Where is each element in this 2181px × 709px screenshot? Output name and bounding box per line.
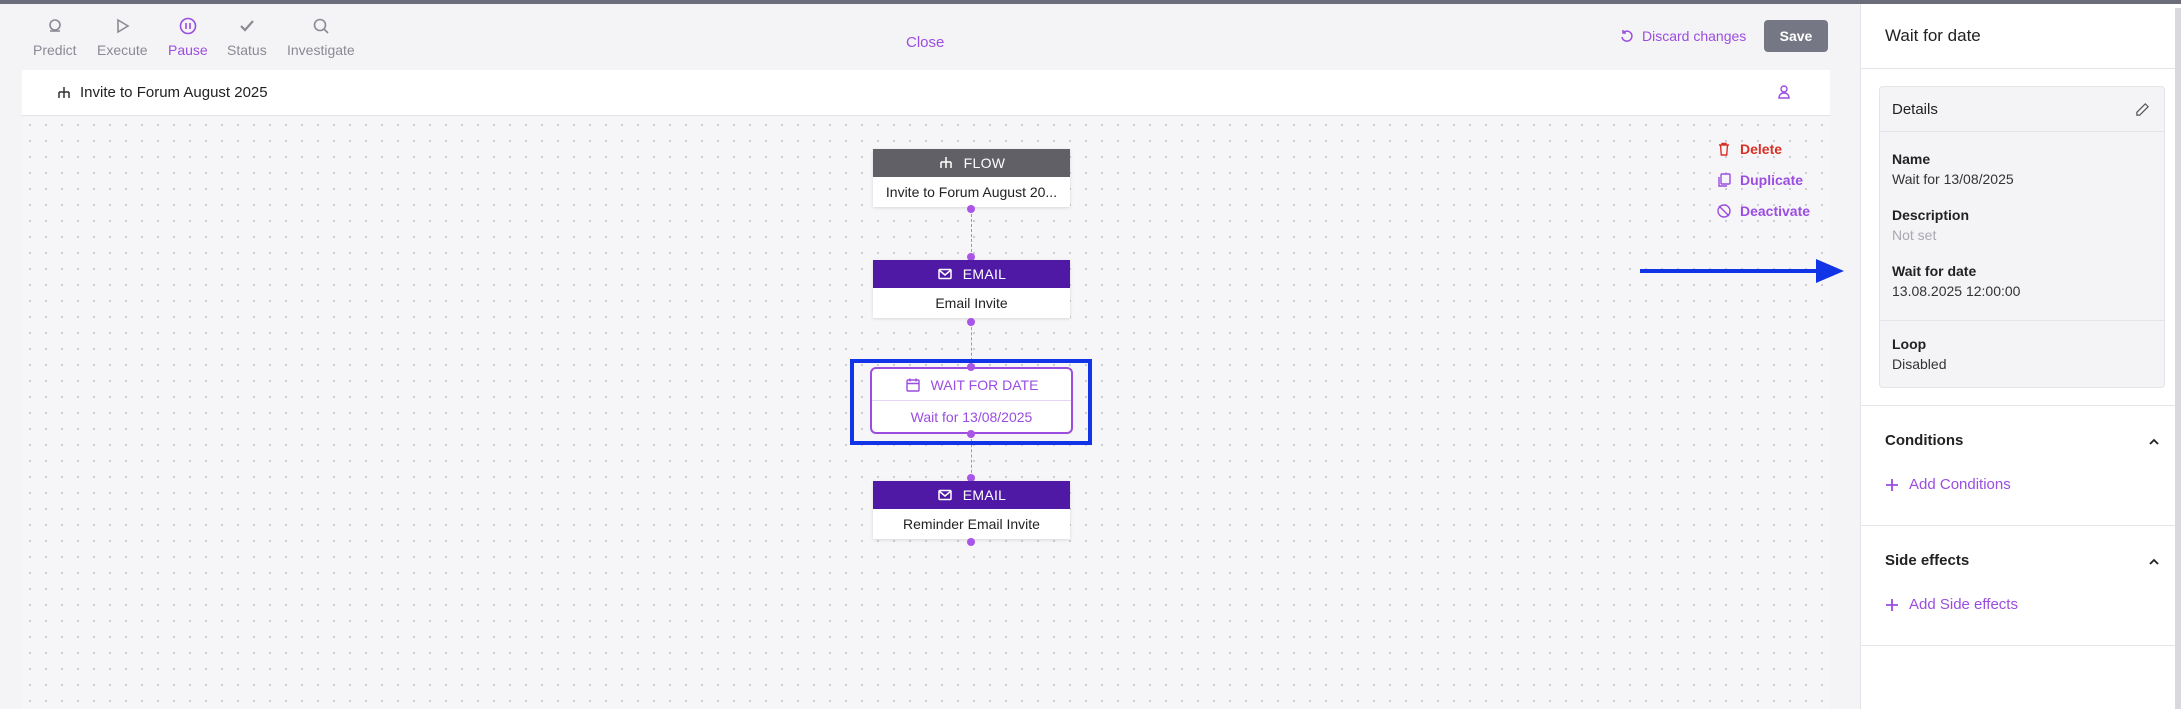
delete-label: Delete xyxy=(1740,140,1783,157)
duplicate-button[interactable]: Duplicate xyxy=(1716,164,1810,195)
flow-node-type: FLOW xyxy=(963,155,1006,171)
trash-icon xyxy=(1719,142,1729,156)
node-port[interactable] xyxy=(967,363,975,371)
flow-title: Invite to Forum August 2025 xyxy=(80,84,268,101)
details-header: Details xyxy=(1880,87,2164,132)
flow-node-header: FLOW xyxy=(873,149,1070,177)
wait-node-header: WAIT FOR DATE xyxy=(872,369,1071,401)
node-port[interactable] xyxy=(967,205,975,213)
email-node[interactable]: EMAIL Email Invite xyxy=(873,260,1070,318)
node-port[interactable] xyxy=(967,430,975,438)
details-heading: Details xyxy=(1892,100,1938,118)
email-node-type: EMAIL xyxy=(962,266,1007,282)
side-effects-title: Side effects xyxy=(1885,552,1970,569)
plus-icon xyxy=(1886,598,1898,611)
annotation-arrow-icon xyxy=(1640,259,1844,283)
email-node-label: Email Invite xyxy=(935,295,1008,311)
pencil-icon[interactable] xyxy=(2135,102,2150,117)
details-card: Details Name Wait for 13/08/2025 Descrip… xyxy=(1879,86,2165,388)
email-node-type: EMAIL xyxy=(962,487,1007,503)
email-node-header: EMAIL xyxy=(873,260,1070,288)
divider xyxy=(1861,68,2181,69)
play-icon xyxy=(117,18,130,34)
mail-icon xyxy=(937,268,952,280)
pause-icon xyxy=(179,17,197,35)
search-icon xyxy=(313,18,329,34)
deactivate-label: Deactivate xyxy=(1740,202,1811,219)
wait-date-label: Wait for date xyxy=(1892,263,1977,279)
loop-value: Disabled xyxy=(1892,356,1947,372)
discard-label: Discard changes xyxy=(1642,28,1747,44)
save-button[interactable]: Save xyxy=(1764,20,1828,52)
person-icon[interactable] xyxy=(1776,84,1792,100)
divider xyxy=(1861,405,2181,406)
pause-button[interactable]: Pause xyxy=(168,16,208,58)
wait-for-date-node[interactable]: WAIT FOR DATE Wait for 13/08/2025 xyxy=(870,367,1073,434)
email-node[interactable]: EMAIL Reminder Email Invite xyxy=(873,481,1070,539)
investigate-label: Investigate xyxy=(287,42,355,58)
panel-title: Wait for date xyxy=(1885,26,1981,45)
chevron-up-icon[interactable] xyxy=(2147,435,2161,449)
loop-label: Loop xyxy=(1892,336,1927,352)
status-button[interactable]: Status xyxy=(227,16,267,58)
flow-icon xyxy=(58,87,70,98)
mail-icon xyxy=(937,489,952,501)
flow-icon xyxy=(939,157,952,168)
undo-icon xyxy=(1621,30,1633,42)
duplicate-label: Duplicate xyxy=(1740,171,1804,188)
cloud-icon xyxy=(48,19,61,32)
node-port[interactable] xyxy=(967,538,975,546)
loop-field: Loop Disabled xyxy=(1892,336,1946,372)
discard-changes-button[interactable]: Discard changes xyxy=(1620,28,1746,44)
copy-icon xyxy=(1718,172,1731,187)
panel-scrollbar[interactable] xyxy=(2175,8,2181,709)
properties-panel: Wait for date Details Name Wait for 13/0… xyxy=(1860,4,2181,709)
flow-title-bar: Invite to Forum August 2025 xyxy=(22,70,1830,116)
delete-button[interactable]: Delete xyxy=(1716,133,1810,164)
divider xyxy=(1880,320,2164,321)
wait-date-value: 13.08.2025 12:00:00 xyxy=(1892,283,2021,299)
pause-label: Pause xyxy=(168,42,208,58)
toolbar: Predict Execute Pause Status Investigate… xyxy=(0,4,1860,70)
connector xyxy=(971,209,972,257)
add-conditions-button[interactable]: Add Conditions xyxy=(1885,476,2011,493)
wait-date-field: Wait for date 13.08.2025 12:00:00 xyxy=(1892,263,2020,299)
divider xyxy=(1861,525,2181,526)
predict-label: Predict xyxy=(33,42,77,58)
name-field: Name Wait for 13/08/2025 xyxy=(1892,151,2014,187)
description-value: Not set xyxy=(1892,227,1937,243)
plus-icon xyxy=(1886,478,1898,491)
deactivate-icon xyxy=(1717,203,1731,218)
chevron-up-icon[interactable] xyxy=(2147,555,2161,569)
wait-node-type: WAIT FOR DATE xyxy=(930,376,1039,393)
deactivate-button[interactable]: Deactivate xyxy=(1716,195,1810,226)
execute-button[interactable]: Execute xyxy=(97,16,148,58)
close-link[interactable]: Close xyxy=(906,34,944,51)
status-label: Status xyxy=(227,42,267,58)
email-node-header: EMAIL xyxy=(873,481,1070,509)
node-actions: Delete Duplicate Deactivate xyxy=(1716,133,1810,226)
check-icon xyxy=(240,20,254,32)
conditions-title: Conditions xyxy=(1885,432,1964,449)
predict-button[interactable]: Predict xyxy=(33,16,77,58)
flow-node-label: Invite to Forum August 20... xyxy=(885,184,1058,200)
wait-node-label: Wait for 13/08/2025 xyxy=(910,408,1033,425)
add-conditions-label: Add Conditions xyxy=(1909,476,2011,493)
email-node-label: Reminder Email Invite xyxy=(903,516,1040,532)
name-label: Name xyxy=(1892,151,1931,167)
add-side-effects-button[interactable]: Add Side effects xyxy=(1885,596,2018,613)
description-field: Description Not set xyxy=(1892,207,1969,243)
flow-node[interactable]: FLOW Invite to Forum August 20... xyxy=(873,149,1070,207)
execute-label: Execute xyxy=(97,42,148,58)
divider xyxy=(1861,645,2181,646)
name-value: Wait for 13/08/2025 xyxy=(1892,171,2014,187)
calendar-icon xyxy=(905,378,920,392)
add-side-effects-label: Add Side effects xyxy=(1909,596,2018,613)
description-label: Description xyxy=(1892,207,1970,223)
investigate-button[interactable]: Investigate xyxy=(287,16,355,58)
node-port[interactable] xyxy=(967,318,975,326)
